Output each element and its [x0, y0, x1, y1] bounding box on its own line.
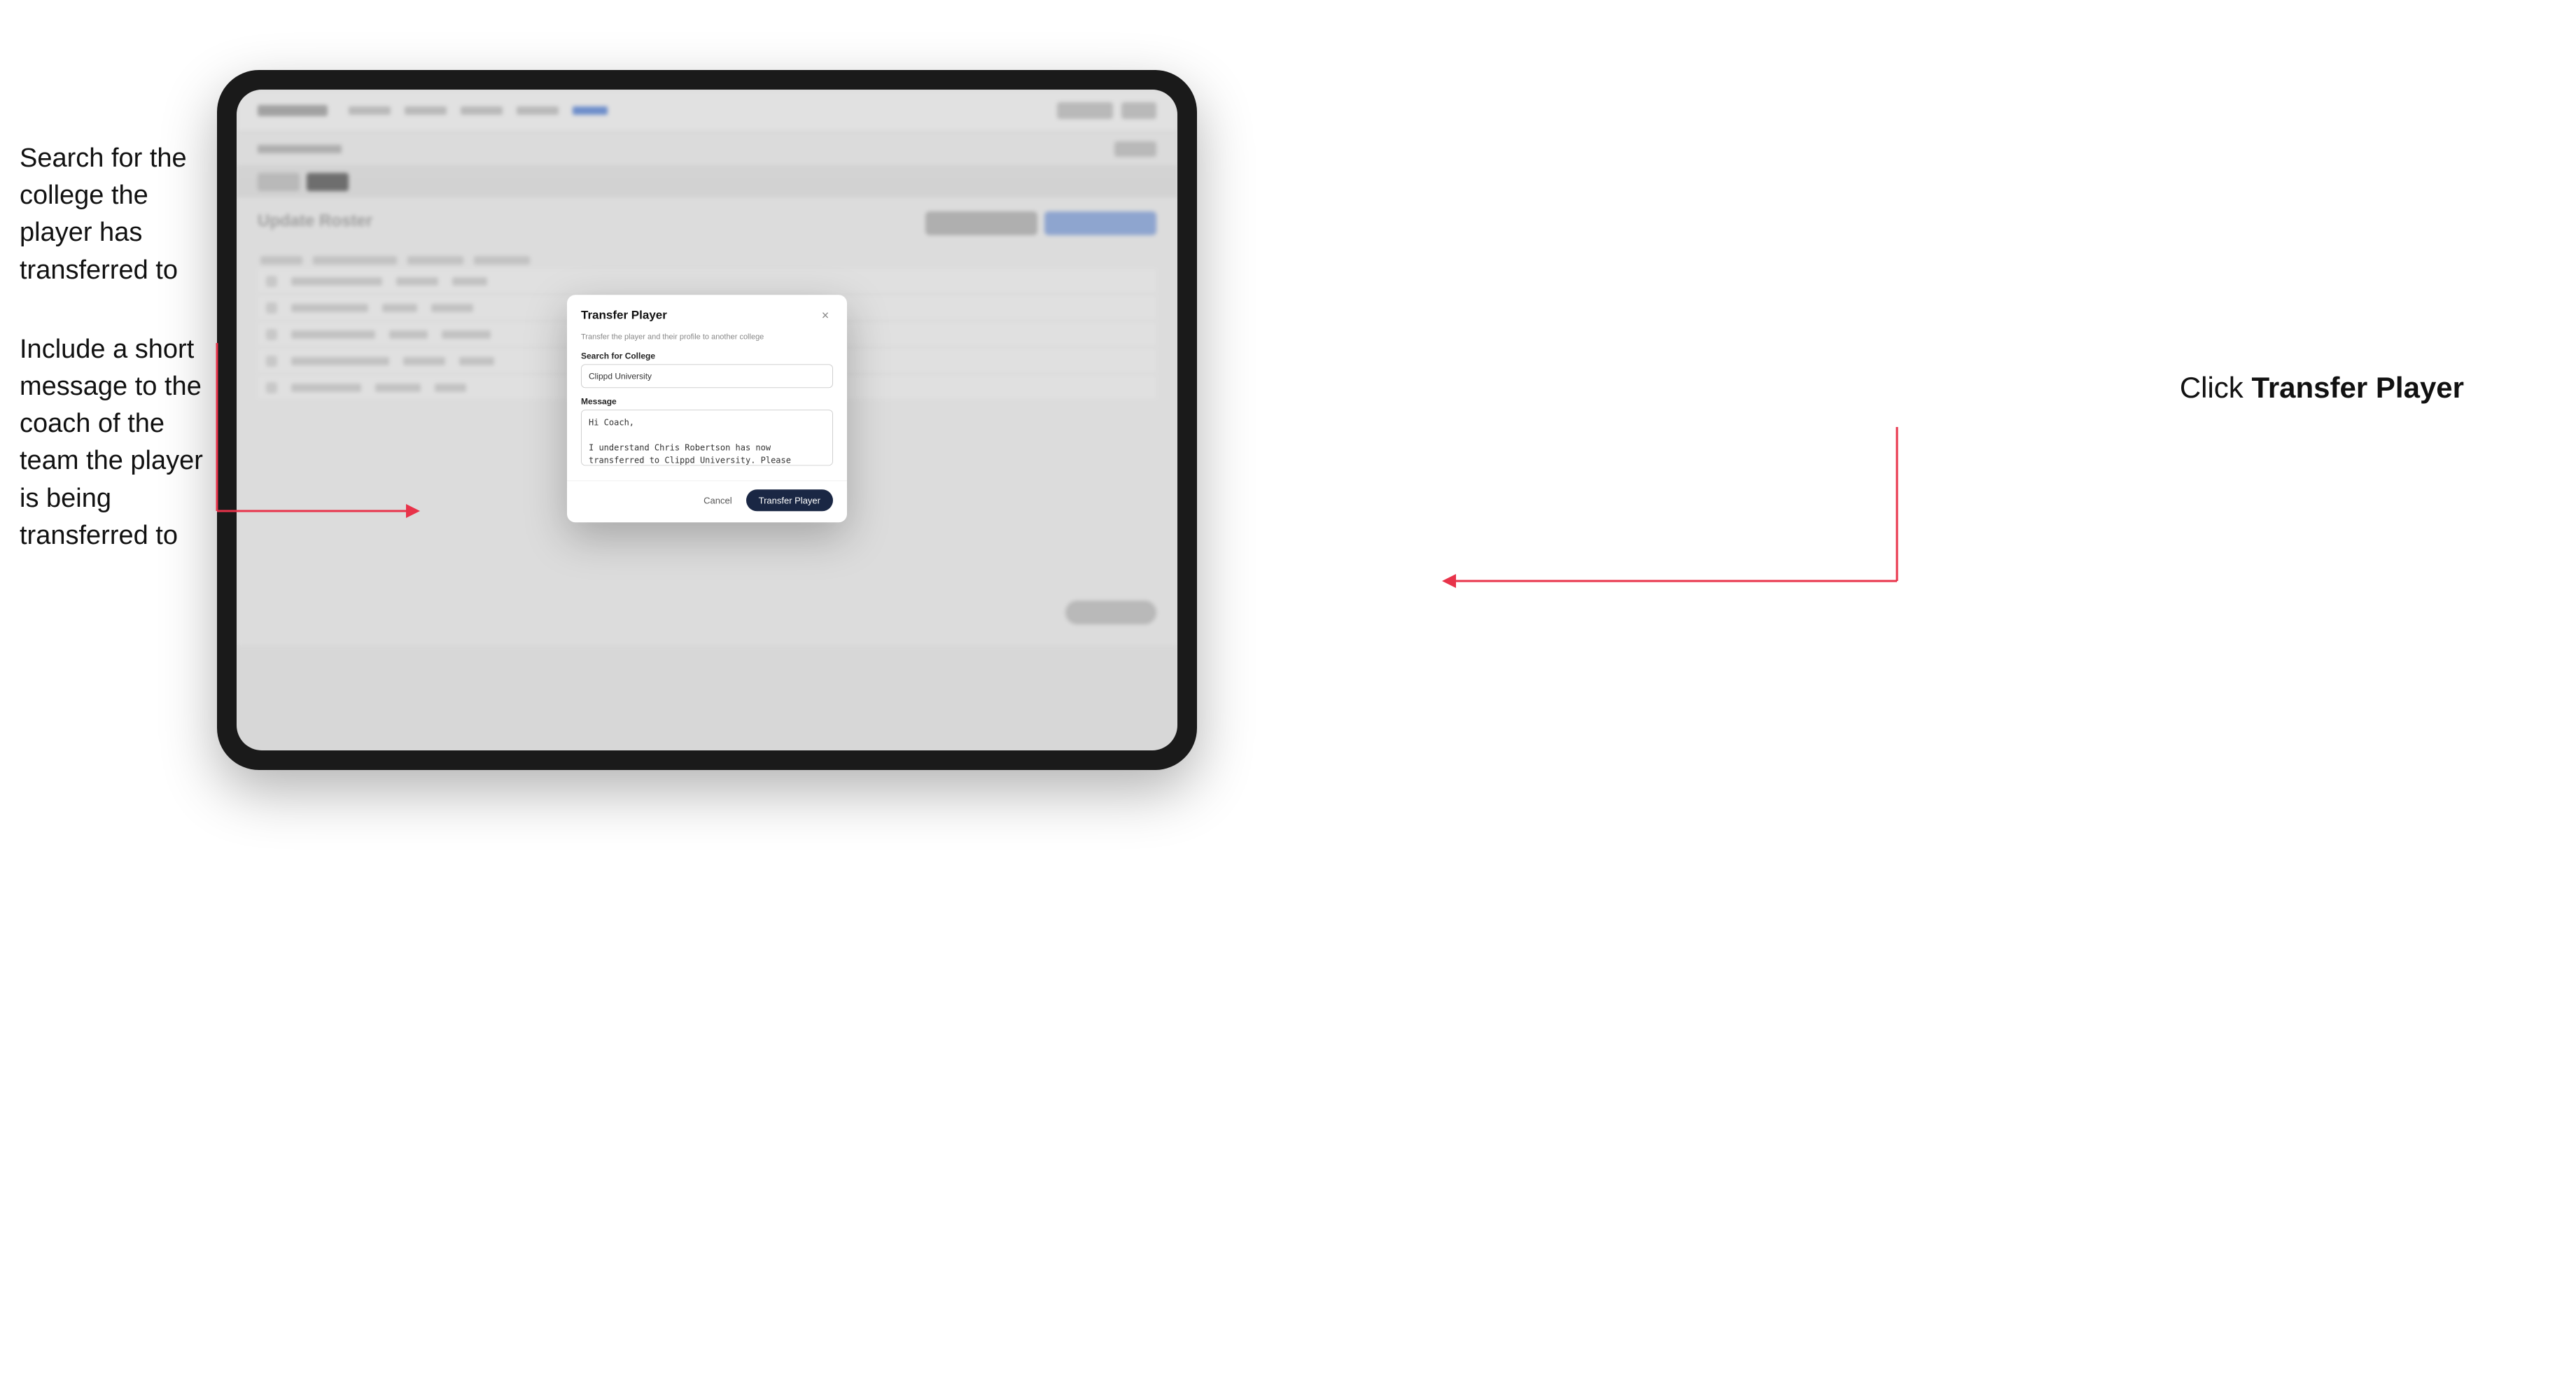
message-label: Message [581, 396, 833, 406]
annotation-left: Search for the college the player has tr… [20, 140, 209, 554]
tablet-frame: Update Roster [217, 70, 1197, 770]
search-college-input[interactable] [581, 364, 833, 388]
modal-footer: Cancel Transfer Player [567, 480, 847, 522]
modal-subtitle: Transfer the player and their profile to… [581, 332, 833, 341]
annotation-right-text: Click Transfer Player [2180, 371, 2464, 405]
modal-close-button[interactable]: × [818, 307, 833, 323]
tablet-screen: Update Roster [237, 90, 1177, 750]
modal-header: Transfer Player × [567, 295, 847, 332]
transfer-player-modal: Transfer Player × Transfer the player an… [567, 295, 847, 522]
cancel-button[interactable]: Cancel [696, 491, 738, 510]
transfer-player-button[interactable]: Transfer Player [746, 489, 833, 511]
modal-title: Transfer Player [581, 308, 667, 322]
message-textarea[interactable]: Hi Coach, I understand Chris Robertson h… [581, 410, 833, 465]
modal-body: Transfer the player and their profile to… [567, 332, 847, 480]
annotation-right: Click Transfer Player [2180, 371, 2464, 405]
annotation-search-text: Search for the college the player has tr… [20, 140, 209, 289]
search-college-label: Search for College [581, 351, 833, 360]
annotation-message-text: Include a short message to the coach of … [20, 331, 209, 554]
